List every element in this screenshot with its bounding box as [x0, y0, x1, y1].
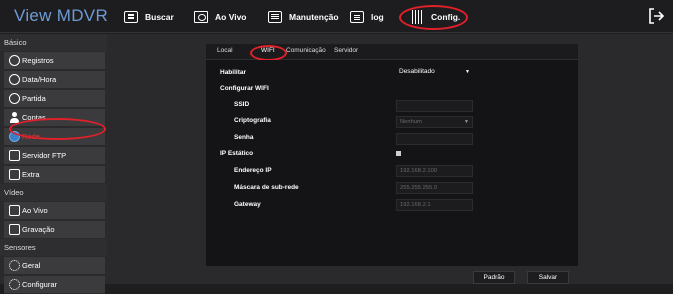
salvar-button[interactable]: Salvar [527, 271, 569, 284]
sidebar-item-label: Partida [22, 94, 46, 103]
sidebar-item-servidor-ftp[interactable]: Servidor FTP [4, 147, 105, 165]
sidebar-item-label: Ao Vivo [22, 206, 48, 215]
ip-estatico-label: IP Estático [220, 150, 254, 157]
highlight-ring-config [399, 5, 468, 30]
settings-panel: Local WIFI Comunicação Servidor Habilita… [206, 44, 578, 266]
dropdown-caret-icon: ▼ [464, 119, 469, 125]
habilitar-value: Desabilitado [399, 68, 435, 75]
endereco-ip-input[interactable]: 192.168.2.100 [396, 165, 473, 177]
highlight-ring-rede [9, 118, 106, 140]
mascara-label: Máscara de sub-rede [234, 184, 299, 191]
list-icon [350, 11, 364, 23]
sidebar-item-label: Servidor FTP [22, 151, 67, 160]
nav-buscar-label: Buscar [145, 12, 174, 22]
nav-log-label: log [371, 12, 384, 22]
top-bar: View MDVR Buscar Ao Vivo Manutenção log … [0, 0, 673, 33]
sidebar-item-gravacao[interactable]: Gravação [4, 221, 105, 239]
criptografia-value: Nenhum [400, 119, 422, 125]
wifi-form: Habilitar Desabilitado ▼ Configurar WIFI… [206, 60, 578, 266]
monitor-icon [194, 11, 208, 23]
senha-label: Senha [234, 134, 254, 141]
criptografia-label: Criptografia [234, 117, 271, 124]
play-icon [9, 224, 20, 235]
criptografia-select[interactable]: Nenhum ▼ [396, 116, 473, 128]
ssid-input[interactable] [396, 100, 473, 112]
sidebar-item-configurar[interactable]: Configurar [4, 276, 105, 294]
gears-icon [9, 279, 20, 290]
tab-comunicacao[interactable]: Comunicação [286, 47, 326, 54]
tab-local[interactable]: Local [217, 47, 233, 54]
nav-buscar[interactable]: Buscar [124, 7, 174, 27]
sidebar-item-label: Extra [22, 170, 40, 179]
sidebar-item-registros[interactable]: Registros [4, 52, 105, 70]
sidebar-item-label: Registros [22, 56, 54, 65]
sidebar: Básico Registros Data/Hora Partida Conta… [0, 34, 107, 294]
sidebar-item-geral[interactable]: Geral [4, 257, 105, 275]
info-icon [9, 55, 20, 66]
sidebar-item-extra[interactable]: Extra [4, 166, 105, 184]
video-camera-icon [9, 205, 20, 216]
power-icon [9, 93, 20, 104]
habilitar-select[interactable]: Desabilitado ▼ [396, 67, 473, 79]
gateway-input[interactable]: 192.168.2.1 [396, 199, 473, 211]
sidebar-item-ao-vivo[interactable]: Ao Vivo [4, 202, 105, 220]
senha-input[interactable] [396, 133, 473, 145]
tab-servidor[interactable]: Servidor [334, 47, 358, 54]
extra-settings-icon [9, 169, 20, 180]
highlight-ring-wifi [250, 45, 287, 61]
configurar-wifi-label: Configurar WIFI [220, 85, 269, 92]
nav-ao-vivo[interactable]: Ao Vivo [194, 7, 247, 27]
ip-estatico-checkbox[interactable] [396, 151, 401, 156]
nav-manutencao[interactable]: Manutenção [268, 7, 339, 27]
sidebar-group-video: Vídeo [0, 184, 107, 201]
habilitar-label: Habilitar [220, 69, 247, 76]
nav-manutencao-label: Manutenção [289, 12, 339, 22]
mascara-input[interactable]: 255.255.255.0 [396, 182, 473, 194]
endereco-ip-label: Endereço IP [234, 167, 272, 174]
sidebar-item-partida[interactable]: Partida [4, 90, 105, 108]
sidebar-item-label: Gravação [22, 225, 55, 234]
sidebar-item-label: Configurar [22, 280, 58, 289]
clock-icon [9, 74, 20, 85]
sidebar-group-basico: Básico [0, 34, 107, 51]
dropdown-caret-icon: ▼ [465, 69, 470, 75]
gear-icon [9, 260, 20, 271]
nav-log[interactable]: log [350, 7, 384, 27]
ssid-label: SSID [234, 101, 250, 108]
exit-icon[interactable] [647, 7, 665, 25]
server-icon [9, 150, 20, 161]
padrao-button[interactable]: Padrão [473, 271, 515, 284]
sidebar-group-sensores: Sensores [0, 239, 107, 256]
sidebar-item-label: Data/Hora [22, 75, 57, 84]
nav-ao-vivo-label: Ao Vivo [215, 12, 247, 22]
gateway-label: Gateway [234, 201, 261, 208]
main-content: Local WIFI Comunicação Servidor Habilita… [107, 34, 673, 284]
sidebar-item-label: Geral [22, 261, 41, 270]
grid-icon [124, 11, 138, 23]
sidebar-item-data-hora[interactable]: Data/Hora [4, 71, 105, 89]
maintenance-icon [268, 11, 282, 23]
app-logo: View MDVR [14, 6, 109, 25]
